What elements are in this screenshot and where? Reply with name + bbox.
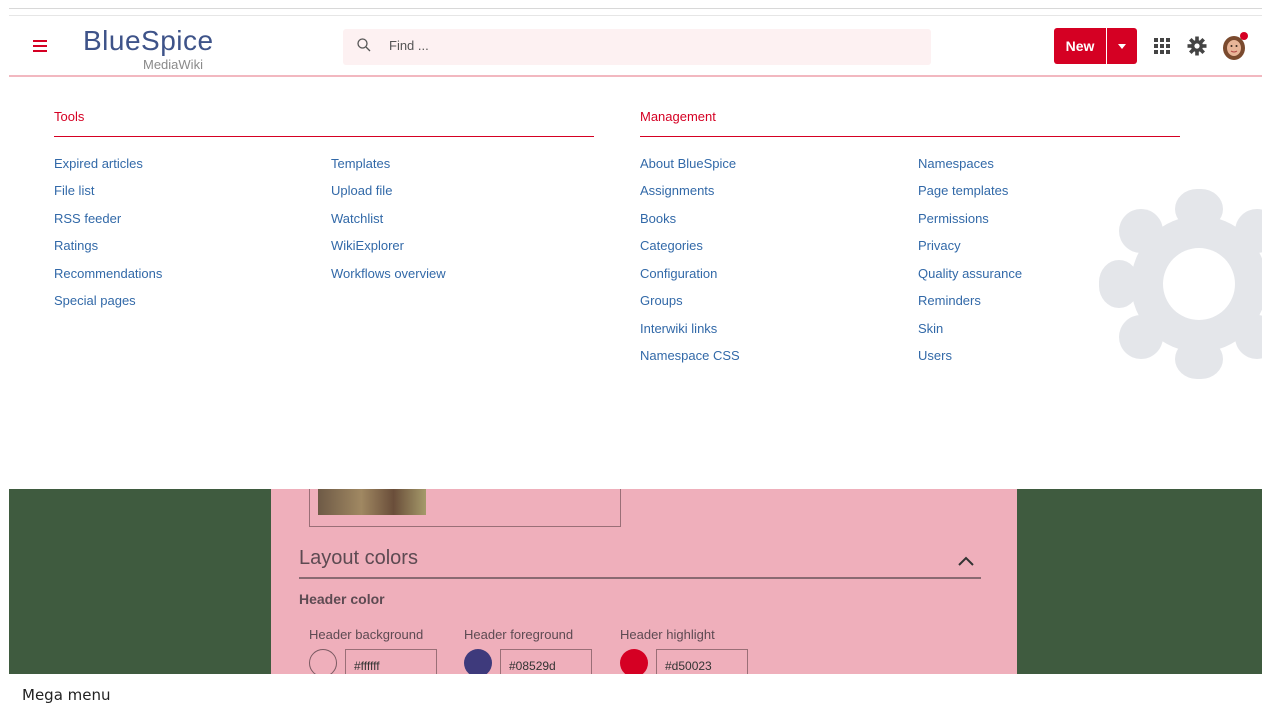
image-thumbnail — [318, 489, 426, 515]
tools-link[interactable]: Ratings — [54, 238, 98, 253]
top-header: BlueSpice MediaWiki New — [9, 23, 1262, 77]
tools-link[interactable]: RSS feeder — [54, 211, 121, 226]
mega-menu: Tools Expired articles File list RSS fee… — [9, 79, 1262, 489]
search-bar[interactable] — [343, 29, 931, 65]
management-section-title: Management — [640, 109, 716, 124]
management-link[interactable]: Quality assurance — [918, 266, 1022, 281]
tools-link[interactable]: Recommendations — [54, 266, 162, 281]
section-title: Layout colors — [299, 547, 418, 569]
management-section-divider — [640, 136, 1180, 137]
management-link[interactable]: Configuration — [640, 266, 717, 281]
figure-caption: Mega menu — [22, 686, 111, 704]
settings-gear-icon[interactable] — [1187, 36, 1207, 56]
logo-text: BlueSpice — [83, 25, 214, 56]
color-swatch[interactable] — [620, 649, 648, 674]
management-link[interactable]: Categories — [640, 238, 703, 253]
search-input[interactable] — [389, 38, 789, 53]
new-button[interactable]: New — [1054, 28, 1106, 64]
color-swatch[interactable] — [309, 649, 337, 674]
hamburger-menu-icon[interactable] — [33, 40, 47, 52]
tools-link[interactable]: Upload file — [331, 183, 392, 198]
top-divider — [9, 15, 1262, 16]
color-field-label: Header highlight — [620, 627, 715, 642]
logo[interactable]: BlueSpice MediaWiki — [83, 25, 214, 72]
tools-link[interactable]: Expired articles — [54, 156, 143, 171]
management-link[interactable]: Permissions — [918, 211, 989, 226]
caret-down-icon — [1118, 43, 1126, 49]
management-link[interactable]: About BlueSpice — [640, 156, 736, 171]
management-link[interactable]: Groups — [640, 293, 683, 308]
background-gear-icon — [1099, 189, 1262, 379]
color-hex-input[interactable]: #ffffff — [345, 649, 437, 674]
color-hex-input[interactable]: #08529d — [500, 649, 592, 674]
tools-link[interactable]: Workflows overview — [331, 266, 446, 281]
screenshot-frame: BlueSpice MediaWiki New — [9, 8, 1262, 674]
tools-link[interactable]: WikiExplorer — [331, 238, 404, 253]
logo-subtitle: MediaWiki — [143, 57, 203, 72]
management-link[interactable]: Reminders — [918, 293, 981, 308]
image-preview-frame — [309, 489, 621, 527]
management-link[interactable]: Users — [918, 348, 952, 363]
tools-link[interactable]: File list — [54, 183, 94, 198]
management-link[interactable]: Assignments — [640, 183, 714, 198]
color-hex-input[interactable]: #d50023 — [656, 649, 748, 674]
new-dropdown-button[interactable] — [1107, 28, 1137, 64]
color-field-label: Header background — [309, 627, 424, 642]
tools-section-title: Tools — [54, 109, 85, 124]
management-link[interactable]: Namespaces — [918, 156, 994, 171]
management-link[interactable]: Page templates — [918, 183, 1008, 198]
section-divider — [299, 577, 981, 579]
management-link[interactable]: Skin — [918, 321, 943, 336]
user-avatar[interactable] — [1221, 31, 1249, 61]
management-link[interactable]: Namespace CSS — [640, 348, 740, 363]
apps-grid-icon[interactable] — [1154, 38, 1170, 54]
tools-link[interactable]: Templates — [331, 156, 390, 171]
page-content-panel: Layout colors Header color Header backgr… — [271, 489, 1017, 674]
search-icon — [357, 38, 371, 52]
management-link[interactable]: Interwiki links — [640, 321, 717, 336]
color-field-label: Header foreground — [464, 627, 574, 642]
tools-section-divider — [54, 136, 594, 137]
chevron-up-icon[interactable] — [957, 555, 975, 567]
tools-link[interactable]: Special pages — [54, 293, 136, 308]
management-link[interactable]: Privacy — [918, 238, 961, 253]
tools-link[interactable]: Watchlist — [331, 211, 383, 226]
color-swatch[interactable] — [464, 649, 492, 674]
subsection-title: Header color — [299, 591, 385, 607]
management-link[interactable]: Books — [640, 211, 676, 226]
